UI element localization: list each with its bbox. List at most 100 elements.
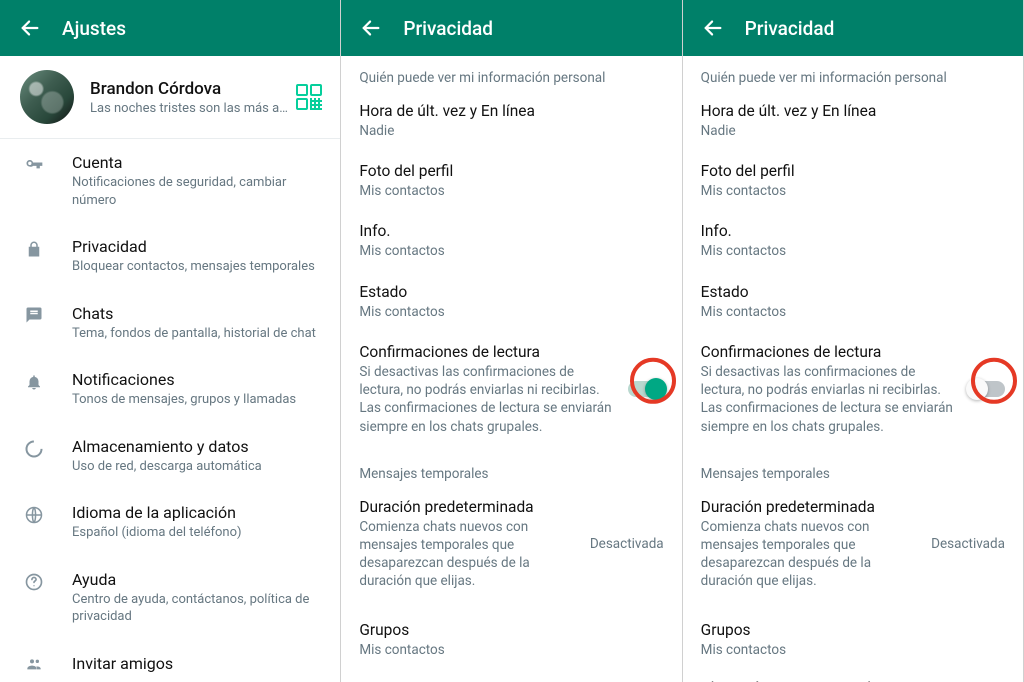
privacy-item-groups[interactable]: Grupos Mis contactos	[683, 603, 1023, 671]
setting-desc: Uso de red, descarga automática	[72, 458, 322, 476]
lock-icon	[20, 239, 48, 259]
priv-title: Foto del perfil	[359, 162, 655, 180]
priv-sub: Nadie	[701, 122, 997, 140]
priv-title: Confirmaciones de lectura	[701, 343, 957, 361]
settings-header: Ajustes	[0, 0, 340, 56]
privacy-item-info[interactable]: Info. Mis contactos	[341, 212, 681, 272]
priv-sub: Mis contactos	[701, 242, 997, 260]
key-icon	[20, 155, 48, 175]
priv-value: Desactivada	[590, 536, 664, 552]
priv-sub: Mis contactos	[359, 242, 655, 260]
privacy-item-realtime-cut: Ubicación en tiempo real	[683, 671, 1023, 682]
back-button[interactable]	[12, 17, 48, 39]
priv-sub: Mis contactos	[701, 182, 997, 200]
setting-item-language[interactable]: Idioma de la aplicación Español (idioma …	[0, 489, 340, 556]
setting-desc: Español (idioma del teléfono)	[72, 524, 322, 542]
setting-desc: Tema, fondos de pantalla, historial de c…	[72, 325, 322, 343]
settings-pane: Ajustes Brandon Córdova Las noches trist…	[0, 0, 341, 682]
priv-sub: Mis contactos	[359, 303, 655, 321]
setting-desc: Tonos de mensajes, grupos y llamadas	[72, 391, 322, 409]
profile-name: Brandon Córdova	[90, 79, 290, 99]
setting-title: Chats	[72, 304, 322, 323]
setting-desc: Centro de ayuda, contáctanos, política d…	[72, 591, 322, 626]
arrow-left-icon	[702, 17, 724, 39]
priv-title: Duración predeterminada	[701, 498, 919, 516]
read-receipts-toggle[interactable]	[628, 381, 664, 397]
priv-title: Confirmaciones de lectura	[359, 343, 615, 361]
read-receipts-toggle[interactable]	[969, 381, 1005, 397]
setting-item-account[interactable]: Cuenta Notificaciones de seguridad, camb…	[0, 139, 340, 223]
priv-title: Hora de últ. vez y En línea	[701, 102, 997, 120]
priv-title: Hora de últ. vez y En línea	[359, 102, 655, 120]
setting-item-notifications[interactable]: Notificaciones Tonos de mensajes, grupos…	[0, 356, 340, 423]
priv-title: Info.	[359, 222, 655, 240]
priv-sub: Mis contactos	[359, 641, 655, 659]
section-caption-temp: Mensajes temporales	[683, 448, 1023, 488]
setting-title: Privacidad	[72, 237, 322, 256]
setting-item-chats[interactable]: Chats Tema, fondos de pantalla, historia…	[0, 290, 340, 357]
qr-code-icon[interactable]	[296, 84, 322, 110]
arrow-left-icon	[360, 17, 382, 39]
privacy-header: Privacidad	[341, 0, 681, 56]
privacy-item-photo[interactable]: Foto del perfil Mis contactos	[341, 152, 681, 212]
privacy-item-read-receipts[interactable]: Confirmaciones de lectura Si desactivas …	[683, 333, 1023, 448]
back-button[interactable]	[353, 17, 389, 39]
globe-icon	[20, 505, 48, 525]
settings-content: Brandon Córdova Las noches tristes son l…	[0, 56, 340, 682]
priv-sub: Mis contactos	[701, 303, 997, 321]
priv-sub: Nadie	[359, 122, 655, 140]
privacy-item-realtime-cut	[341, 671, 681, 679]
setting-item-privacy[interactable]: Privacidad Bloquear contactos, mensajes …	[0, 223, 340, 290]
section-caption-personal: Quién puede ver mi información personal	[341, 56, 681, 92]
privacy-item-photo[interactable]: Foto del perfil Mis contactos	[683, 152, 1023, 212]
setting-desc: Bloquear contactos, mensajes temporales	[72, 258, 322, 276]
privacy-title: Privacidad	[403, 17, 493, 40]
priv-value: Desactivada	[931, 536, 1005, 552]
setting-title: Notificaciones	[72, 370, 322, 389]
privacy-content: Quién puede ver mi información personal …	[341, 56, 681, 682]
priv-sub: Si desactivas las confirmaciones de lect…	[701, 363, 957, 436]
priv-title: Estado	[701, 283, 997, 301]
chat-icon	[20, 306, 48, 324]
avatar	[20, 70, 74, 124]
priv-title: Duración predeterminada	[359, 498, 577, 516]
priv-sub: Comienza chats nuevos con mensajes tempo…	[359, 518, 577, 591]
priv-sub: Mis contactos	[701, 641, 997, 659]
priv-sub: Si desactivas las confirmaciones de lect…	[359, 363, 615, 436]
priv-sub: Mis contactos	[359, 182, 655, 200]
section-caption-temp: Mensajes temporales	[341, 448, 681, 488]
setting-item-invite[interactable]: Invitar amigos	[0, 640, 340, 673]
profile-row[interactable]: Brandon Córdova Las noches tristes son l…	[0, 56, 340, 138]
setting-desc: Notificaciones de seguridad, cambiar núm…	[72, 174, 322, 209]
priv-title: Estado	[359, 283, 655, 301]
setting-title: Almacenamiento y datos	[72, 437, 322, 456]
priv-title: Info.	[701, 222, 997, 240]
privacy-item-status[interactable]: Estado Mis contactos	[683, 273, 1023, 333]
privacy-pane-on: Privacidad Quién puede ver mi informació…	[341, 0, 682, 682]
privacy-title: Privacidad	[745, 17, 835, 40]
privacy-item-last-seen[interactable]: Hora de últ. vez y En línea Nadie	[683, 92, 1023, 152]
priv-title: Foto del perfil	[701, 162, 997, 180]
setting-title: Cuenta	[72, 153, 322, 172]
privacy-item-info[interactable]: Info. Mis contactos	[683, 212, 1023, 272]
section-caption-personal: Quién puede ver mi información personal	[683, 56, 1023, 92]
privacy-pane-off: Privacidad Quién puede ver mi informació…	[683, 0, 1024, 682]
setting-item-help[interactable]: Ayuda Centro de ayuda, contáctanos, polí…	[0, 556, 340, 640]
people-icon	[20, 656, 48, 672]
privacy-content: Quién puede ver mi información personal …	[683, 56, 1023, 682]
setting-title: Ayuda	[72, 570, 322, 589]
setting-item-storage[interactable]: Almacenamiento y datos Uso de red, desca…	[0, 423, 340, 490]
arrow-left-icon	[19, 17, 41, 39]
privacy-item-groups[interactable]: Grupos Mis contactos	[341, 603, 681, 671]
privacy-item-default-duration[interactable]: Duración predeterminada Comienza chats n…	[683, 488, 1023, 603]
help-icon	[20, 572, 48, 592]
privacy-item-last-seen[interactable]: Hora de últ. vez y En línea Nadie	[341, 92, 681, 152]
setting-title: Idioma de la aplicación	[72, 503, 322, 522]
setting-title: Invitar amigos	[72, 654, 322, 673]
privacy-item-default-duration[interactable]: Duración predeterminada Comienza chats n…	[341, 488, 681, 603]
priv-title: Grupos	[701, 621, 997, 639]
privacy-item-status[interactable]: Estado Mis contactos	[341, 273, 681, 333]
profile-status: Las noches tristes son las más ap...	[90, 101, 290, 116]
back-button[interactable]	[695, 17, 731, 39]
privacy-item-read-receipts[interactable]: Confirmaciones de lectura Si desactivas …	[341, 333, 681, 448]
